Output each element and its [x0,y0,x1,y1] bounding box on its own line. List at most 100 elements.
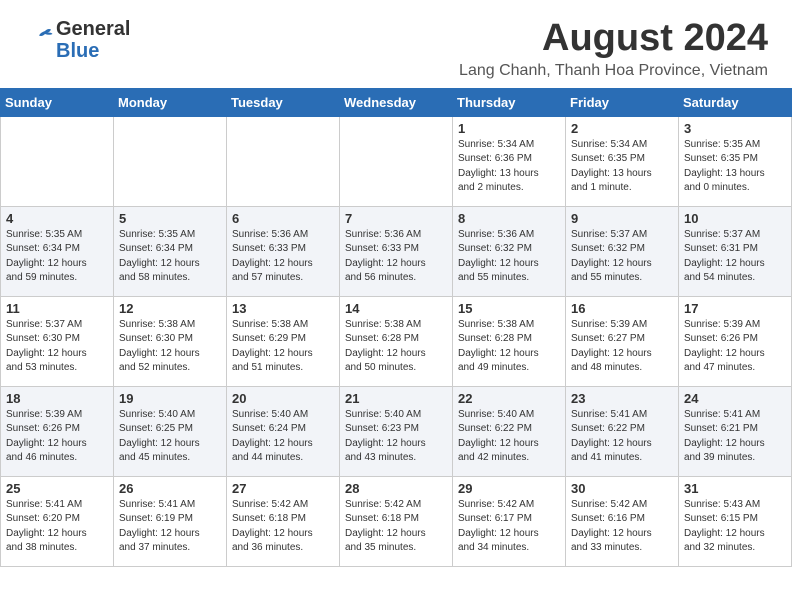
logo-text: General Blue [56,18,130,62]
day-number: 1 [458,121,560,136]
month-year: August 2024 [459,18,768,60]
day-number: 2 [571,121,673,136]
day-number: 14 [345,301,447,316]
page-header: General Blue August 2024 Lang Chanh, Tha… [0,0,792,88]
col-header-tuesday: Tuesday [227,88,340,116]
day-info: Sunrise: 5:42 AM Sunset: 6:18 PM Dayligh… [345,499,426,554]
day-number: 29 [458,481,560,496]
day-number: 8 [458,211,560,226]
day-cell: 11 Sunrise: 5:37 AM Sunset: 6:30 PM Dayli… [1,296,114,386]
day-cell: 28 Sunrise: 5:42 AM Sunset: 6:18 PM Dayli… [340,476,453,566]
day-number: 19 [119,391,221,406]
day-cell: 19 Sunrise: 5:40 AM Sunset: 6:25 PM Dayli… [114,386,227,476]
week-row-3: 11 Sunrise: 5:37 AM Sunset: 6:30 PM Dayli… [1,296,792,386]
day-info: Sunrise: 5:36 AM Sunset: 6:33 PM Dayligh… [232,229,313,284]
day-cell: 6 Sunrise: 5:36 AM Sunset: 6:33 PM Daylig… [227,206,340,296]
col-header-wednesday: Wednesday [340,88,453,116]
day-info: Sunrise: 5:40 AM Sunset: 6:22 PM Dayligh… [458,409,539,464]
day-number: 10 [684,211,786,226]
day-info: Sunrise: 5:37 AM Sunset: 6:31 PM Dayligh… [684,229,765,284]
day-info: Sunrise: 5:34 AM Sunset: 6:36 PM Dayligh… [458,139,539,194]
day-number: 24 [684,391,786,406]
day-cell: 8 Sunrise: 5:36 AM Sunset: 6:32 PM Daylig… [453,206,566,296]
logo-icon [24,25,54,55]
day-cell: 9Sunrise: 5:37 AM Sunset: 6:32 PM Daylig… [566,206,679,296]
day-cell: 14 Sunrise: 5:38 AM Sunset: 6:28 PM Dayli… [340,296,453,386]
day-number: 20 [232,391,334,406]
day-number: 6 [232,211,334,226]
day-cell: 22 Sunrise: 5:40 AM Sunset: 6:22 PM Dayli… [453,386,566,476]
day-info: Sunrise: 5:40 AM Sunset: 6:24 PM Dayligh… [232,409,313,464]
day-cell: 3 Sunrise: 5:35 AM Sunset: 6:35 PM Daylig… [679,116,792,206]
day-number: 16 [571,301,673,316]
day-number: 5 [119,211,221,226]
col-header-saturday: Saturday [679,88,792,116]
day-cell: 25Sunrise: 5:41 AM Sunset: 6:20 PM Dayli… [1,476,114,566]
day-info: Sunrise: 5:36 AM Sunset: 6:32 PM Dayligh… [458,229,539,284]
day-info: Sunrise: 5:37 AM Sunset: 6:30 PM Dayligh… [6,319,87,374]
day-info: Sunrise: 5:41 AM Sunset: 6:20 PM Dayligh… [6,499,87,554]
day-number: 27 [232,481,334,496]
day-info: Sunrise: 5:38 AM Sunset: 6:30 PM Dayligh… [119,319,200,374]
day-cell: 23 Sunrise: 5:41 AM Sunset: 6:22 PM Dayli… [566,386,679,476]
day-cell [227,116,340,206]
day-info: Sunrise: 5:42 AM Sunset: 6:16 PM Dayligh… [571,499,652,554]
day-cell: 26 Sunrise: 5:41 AM Sunset: 6:19 PM Dayli… [114,476,227,566]
logo: General Blue [24,18,130,62]
col-header-thursday: Thursday [453,88,566,116]
day-number: 18 [6,391,108,406]
day-info: Sunrise: 5:41 AM Sunset: 6:19 PM Dayligh… [119,499,200,554]
day-number: 3 [684,121,786,136]
day-number: 13 [232,301,334,316]
day-info: Sunrise: 5:42 AM Sunset: 6:18 PM Dayligh… [232,499,313,554]
day-cell: 29 Sunrise: 5:42 AM Sunset: 6:17 PM Dayli… [453,476,566,566]
day-info: Sunrise: 5:35 AM Sunset: 6:34 PM Dayligh… [6,229,87,284]
day-cell: 21Sunrise: 5:40 AM Sunset: 6:23 PM Dayli… [340,386,453,476]
title-block: August 2024 Lang Chanh, Thanh Hoa Provin… [459,18,768,80]
day-info: Sunrise: 5:39 AM Sunset: 6:27 PM Dayligh… [571,319,652,374]
day-number: 21 [345,391,447,406]
week-row-5: 25Sunrise: 5:41 AM Sunset: 6:20 PM Dayli… [1,476,792,566]
day-info: Sunrise: 5:34 AM Sunset: 6:35 PM Dayligh… [571,139,652,194]
day-info: Sunrise: 5:38 AM Sunset: 6:28 PM Dayligh… [345,319,426,374]
day-info: Sunrise: 5:42 AM Sunset: 6:17 PM Dayligh… [458,499,539,554]
day-number: 4 [6,211,108,226]
day-cell: 27 Sunrise: 5:42 AM Sunset: 6:18 PM Dayli… [227,476,340,566]
calendar-header-row: SundayMondayTuesdayWednesdayThursdayFrid… [1,88,792,116]
day-info: Sunrise: 5:38 AM Sunset: 6:29 PM Dayligh… [232,319,313,374]
col-header-sunday: Sunday [1,88,114,116]
day-info: Sunrise: 5:35 AM Sunset: 6:35 PM Dayligh… [684,139,765,194]
day-number: 28 [345,481,447,496]
day-number: 26 [119,481,221,496]
day-info: Sunrise: 5:37 AM Sunset: 6:32 PM Dayligh… [571,229,652,284]
logo-general: General [56,18,130,40]
week-row-2: 4 Sunrise: 5:35 AM Sunset: 6:34 PM Daylig… [1,206,792,296]
day-cell: 16 Sunrise: 5:39 AM Sunset: 6:27 PM Dayli… [566,296,679,386]
day-cell [340,116,453,206]
day-cell: 17 Sunrise: 5:39 AM Sunset: 6:26 PM Dayli… [679,296,792,386]
day-cell: 13 Sunrise: 5:38 AM Sunset: 6:29 PM Dayli… [227,296,340,386]
day-cell [1,116,114,206]
day-number: 22 [458,391,560,406]
day-info: Sunrise: 5:36 AM Sunset: 6:33 PM Dayligh… [345,229,426,284]
day-cell: 1 Sunrise: 5:34 AM Sunset: 6:36 PM Daylig… [453,116,566,206]
week-row-1: 1 Sunrise: 5:34 AM Sunset: 6:36 PM Daylig… [1,116,792,206]
day-cell: 18 Sunrise: 5:39 AM Sunset: 6:26 PM Dayli… [1,386,114,476]
day-cell: 24Sunrise: 5:41 AM Sunset: 6:21 PM Dayli… [679,386,792,476]
day-info: Sunrise: 5:35 AM Sunset: 6:34 PM Dayligh… [119,229,200,284]
day-number: 7 [345,211,447,226]
day-info: Sunrise: 5:41 AM Sunset: 6:22 PM Dayligh… [571,409,652,464]
day-info: Sunrise: 5:39 AM Sunset: 6:26 PM Dayligh… [6,409,87,464]
location: Lang Chanh, Thanh Hoa Province, Vietnam [459,62,768,80]
logo-blue: Blue [56,40,130,62]
day-number: 17 [684,301,786,316]
day-number: 11 [6,301,108,316]
day-number: 12 [119,301,221,316]
day-info: Sunrise: 5:40 AM Sunset: 6:25 PM Dayligh… [119,409,200,464]
day-number: 23 [571,391,673,406]
week-row-4: 18 Sunrise: 5:39 AM Sunset: 6:26 PM Dayli… [1,386,792,476]
day-info: Sunrise: 5:39 AM Sunset: 6:26 PM Dayligh… [684,319,765,374]
day-info: Sunrise: 5:38 AM Sunset: 6:28 PM Dayligh… [458,319,539,374]
col-header-friday: Friday [566,88,679,116]
day-cell: 31Sunrise: 5:43 AM Sunset: 6:15 PM Dayli… [679,476,792,566]
